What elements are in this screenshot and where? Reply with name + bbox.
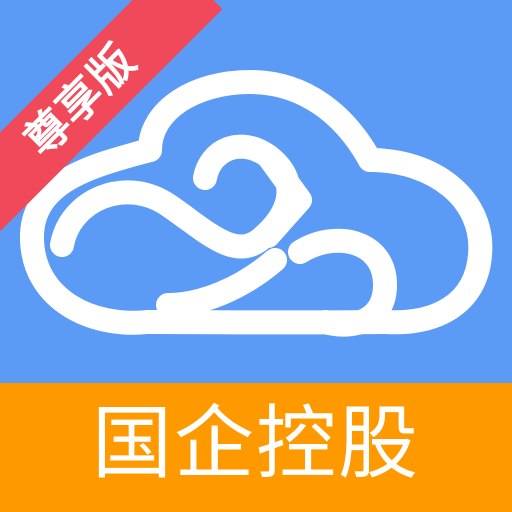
band-text: 国企控股 (92, 396, 420, 490)
app-icon[interactable]: 国企控股 尊享版 (0, 0, 512, 512)
bottom-band: 国企控股 (0, 383, 512, 512)
